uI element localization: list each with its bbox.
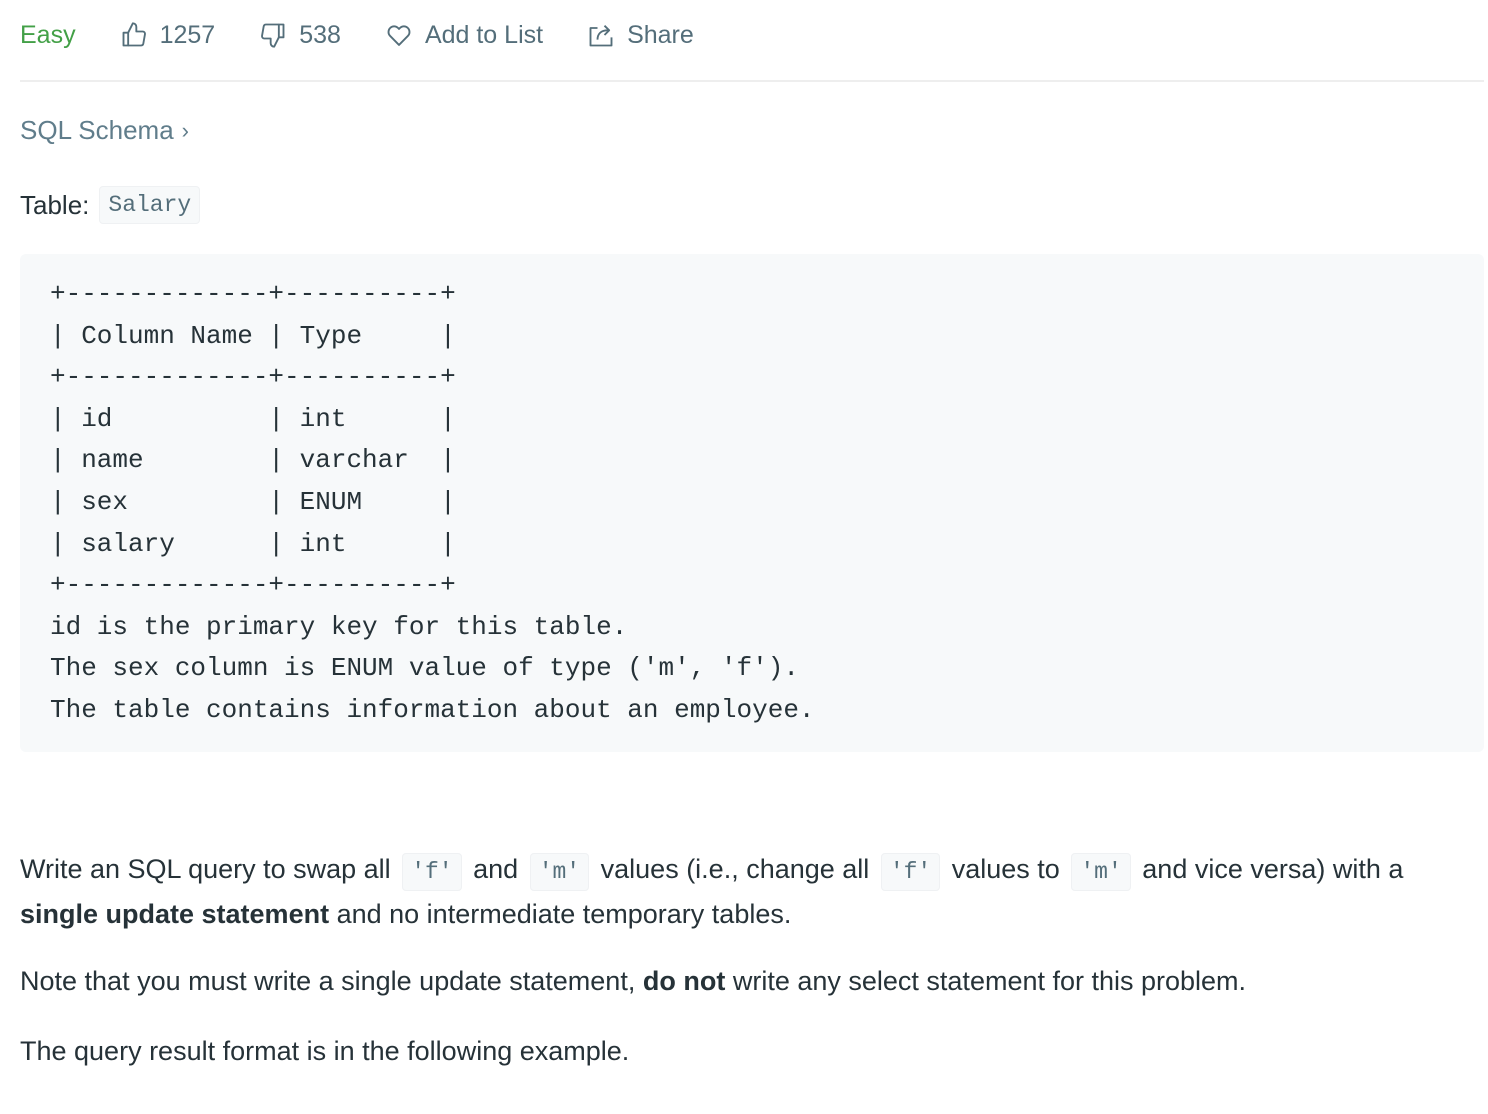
sql-schema-link[interactable]: SQL Schema › [20, 115, 189, 146]
difficulty-label: Easy [20, 20, 76, 49]
problem-toolbar: Easy 1257 538 Add to List Share [20, 0, 1484, 82]
desc-text: and [473, 854, 519, 884]
share-button[interactable]: Share [587, 21, 694, 50]
table-heading: Table: Salary [20, 186, 204, 224]
table-name-code: Salary [99, 186, 201, 224]
like-count: 1257 [159, 20, 216, 49]
desc-text: Write an SQL query to swap all [20, 854, 391, 884]
share-icon [589, 25, 613, 47]
note-text: write any select statement for this prob… [732, 966, 1247, 996]
chevron-right-icon: › [181, 117, 189, 143]
problem-description-paragraph: Write an SQL query to swap all 'f' and '… [20, 848, 1470, 935]
desc-text: values (i.e., change all [600, 854, 870, 884]
share-label: Share [627, 20, 694, 49]
desc-bold-text: single update statement [20, 899, 330, 929]
note-bold-text: do not [642, 966, 726, 996]
sql-schema-label: SQL Schema [20, 115, 174, 145]
code-m: 'm' [1071, 853, 1131, 891]
heart-icon [387, 25, 411, 46]
format-text: The query result format is in the follow… [20, 1036, 630, 1066]
desc-text: and no intermediate temporary tables. [336, 899, 792, 929]
dislike-count: 538 [299, 20, 341, 49]
code-f: 'f' [880, 853, 941, 891]
like-button[interactable]: 1257 [120, 20, 216, 50]
thumbs-down-icon [261, 23, 285, 48]
note-paragraph: Note that you must write a single update… [20, 960, 1470, 1002]
desc-text: values to [951, 854, 1060, 884]
code-m: 'm' [529, 853, 590, 891]
table-label: Table: [20, 189, 90, 220]
format-paragraph: The query result format is in the follow… [20, 1030, 1470, 1072]
schema-code-text: +-------------+----------+ | Column Name… [50, 279, 815, 725]
desc-text: and vice versa) with a [1142, 854, 1404, 884]
thumbs-up-icon [122, 22, 146, 47]
schema-code-block: +-------------+----------+ | Column Name… [20, 254, 1484, 752]
add-to-list-label: Add to List [424, 20, 544, 49]
dislike-button[interactable]: 538 [259, 21, 341, 50]
code-f: 'f' [402, 853, 462, 891]
note-text: Note that you must write a single update… [20, 966, 636, 996]
add-to-list-button[interactable]: Add to List [385, 21, 543, 50]
